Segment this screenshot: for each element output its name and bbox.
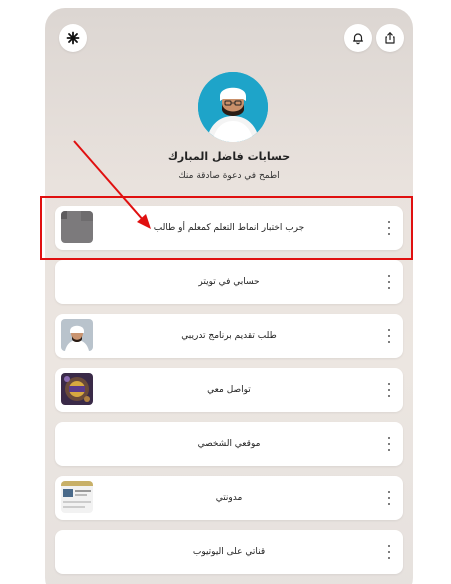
link-blog[interactable]: مدونتي [55,476,403,520]
link-youtube[interactable]: قناتي على اليوتيوب [55,530,403,574]
kebab-menu-icon[interactable] [385,490,393,506]
kebab-menu-icon[interactable] [385,274,393,290]
link-label: قناتي على اليوتيوب [192,547,266,557]
link-twitter[interactable]: حسابي في تويتر [55,260,403,304]
links-list: جرب اختبار انماط التعلم كمعلم أو طالب حس… [55,206,403,584]
link-label: تواصل معي [207,385,251,395]
link-contact-me[interactable]: تواصل معي [55,368,403,412]
link-thumbnail [61,211,93,243]
profile-panel: حسابات فاضل المبارك اطمح في دعوة صادقة م… [45,8,413,584]
sparkle-icon [66,31,80,45]
notifications-button[interactable] [344,24,372,52]
link-label: مدونتي [215,493,243,503]
link-thumbnail [61,373,93,405]
sparkle-button[interactable] [59,24,87,52]
link-thumbnail [61,319,93,351]
link-personal-website[interactable]: موقعي الشخصي [55,422,403,466]
kebab-menu-icon[interactable] [385,382,393,398]
kebab-menu-icon[interactable] [385,436,393,452]
link-learning-styles-test[interactable]: جرب اختبار انماط التعلم كمعلم أو طالب [55,206,403,250]
profile-bio: اطمح في دعوة صادقة منك [178,171,280,181]
kebab-menu-icon[interactable] [385,328,393,344]
avatar-portrait [198,72,268,142]
share-button[interactable] [376,24,404,52]
page: حسابات فاضل المبارك اطمح في دعوة صادقة م… [0,0,451,584]
link-label: حسابي في تويتر [198,277,260,287]
profile-name: حسابات فاضل المبارك [167,150,291,163]
link-label: طلب تقديم برنامج تدريبي [181,331,277,341]
share-icon [385,32,395,44]
bell-icon [352,33,364,45]
link-label: جرب اختبار انماط التعلم كمعلم أو طالب [153,223,305,233]
kebab-menu-icon[interactable] [385,544,393,560]
link-training-request[interactable]: طلب تقديم برنامج تدريبي [55,314,403,358]
link-thumbnail [61,481,93,513]
avatar [198,72,268,142]
link-label: موقعي الشخصي [197,439,261,449]
kebab-menu-icon[interactable] [385,220,393,236]
